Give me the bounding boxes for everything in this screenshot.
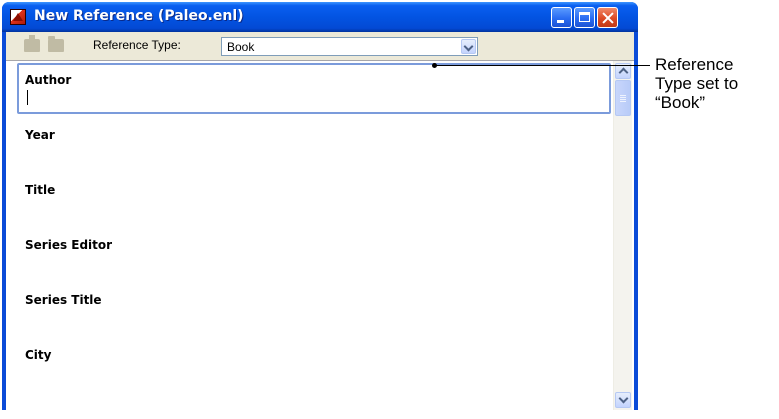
open-folder-icon[interactable] [48, 36, 64, 52]
callout-annotation: Reference Type set to “Book” [655, 55, 779, 112]
vertical-scrollbar[interactable] [613, 61, 632, 410]
toolbar: Reference Type: Book [6, 32, 634, 59]
new-reference-window: New Reference (Paleo.enl) Reference Type… [2, 2, 638, 410]
callout-line-1: Reference [655, 55, 734, 74]
reference-fields-panel: Author Year Title Series Editor Series T… [6, 60, 634, 410]
field-label-series-title[interactable]: Series Title [25, 293, 102, 307]
callout-leader-line [435, 65, 650, 66]
field-label-city[interactable]: City [25, 348, 51, 362]
endnote-app-icon[interactable] [10, 9, 26, 25]
field-label-series-editor[interactable]: Series Editor [25, 238, 112, 252]
chevron-down-icon[interactable] [461, 39, 476, 54]
close-button[interactable] [597, 7, 618, 28]
insert-picture-icon[interactable] [24, 35, 40, 52]
minimize-button[interactable] [551, 7, 572, 28]
maximize-button[interactable] [574, 7, 595, 28]
reference-type-dropdown[interactable]: Book [221, 37, 478, 56]
scrollbar-thumb[interactable] [615, 80, 631, 116]
reference-type-label: Reference Type: [93, 38, 181, 52]
field-label-author: Author [25, 73, 72, 87]
scroll-down-icon[interactable] [615, 392, 631, 408]
window-client-area: Reference Type: Book Author Year Title S… [6, 32, 634, 410]
callout-line-3: “Book” [655, 93, 706, 112]
window-title: New Reference (Paleo.enl) [34, 8, 244, 24]
text-cursor [27, 90, 28, 105]
author-field-box[interactable] [17, 63, 611, 114]
field-label-year[interactable]: Year [25, 128, 55, 142]
field-label-title[interactable]: Title [25, 183, 55, 197]
callout-line-2: Type set to [655, 74, 739, 93]
title-bar[interactable]: New Reference (Paleo.enl) [2, 2, 638, 32]
reference-type-value: Book [227, 40, 255, 54]
